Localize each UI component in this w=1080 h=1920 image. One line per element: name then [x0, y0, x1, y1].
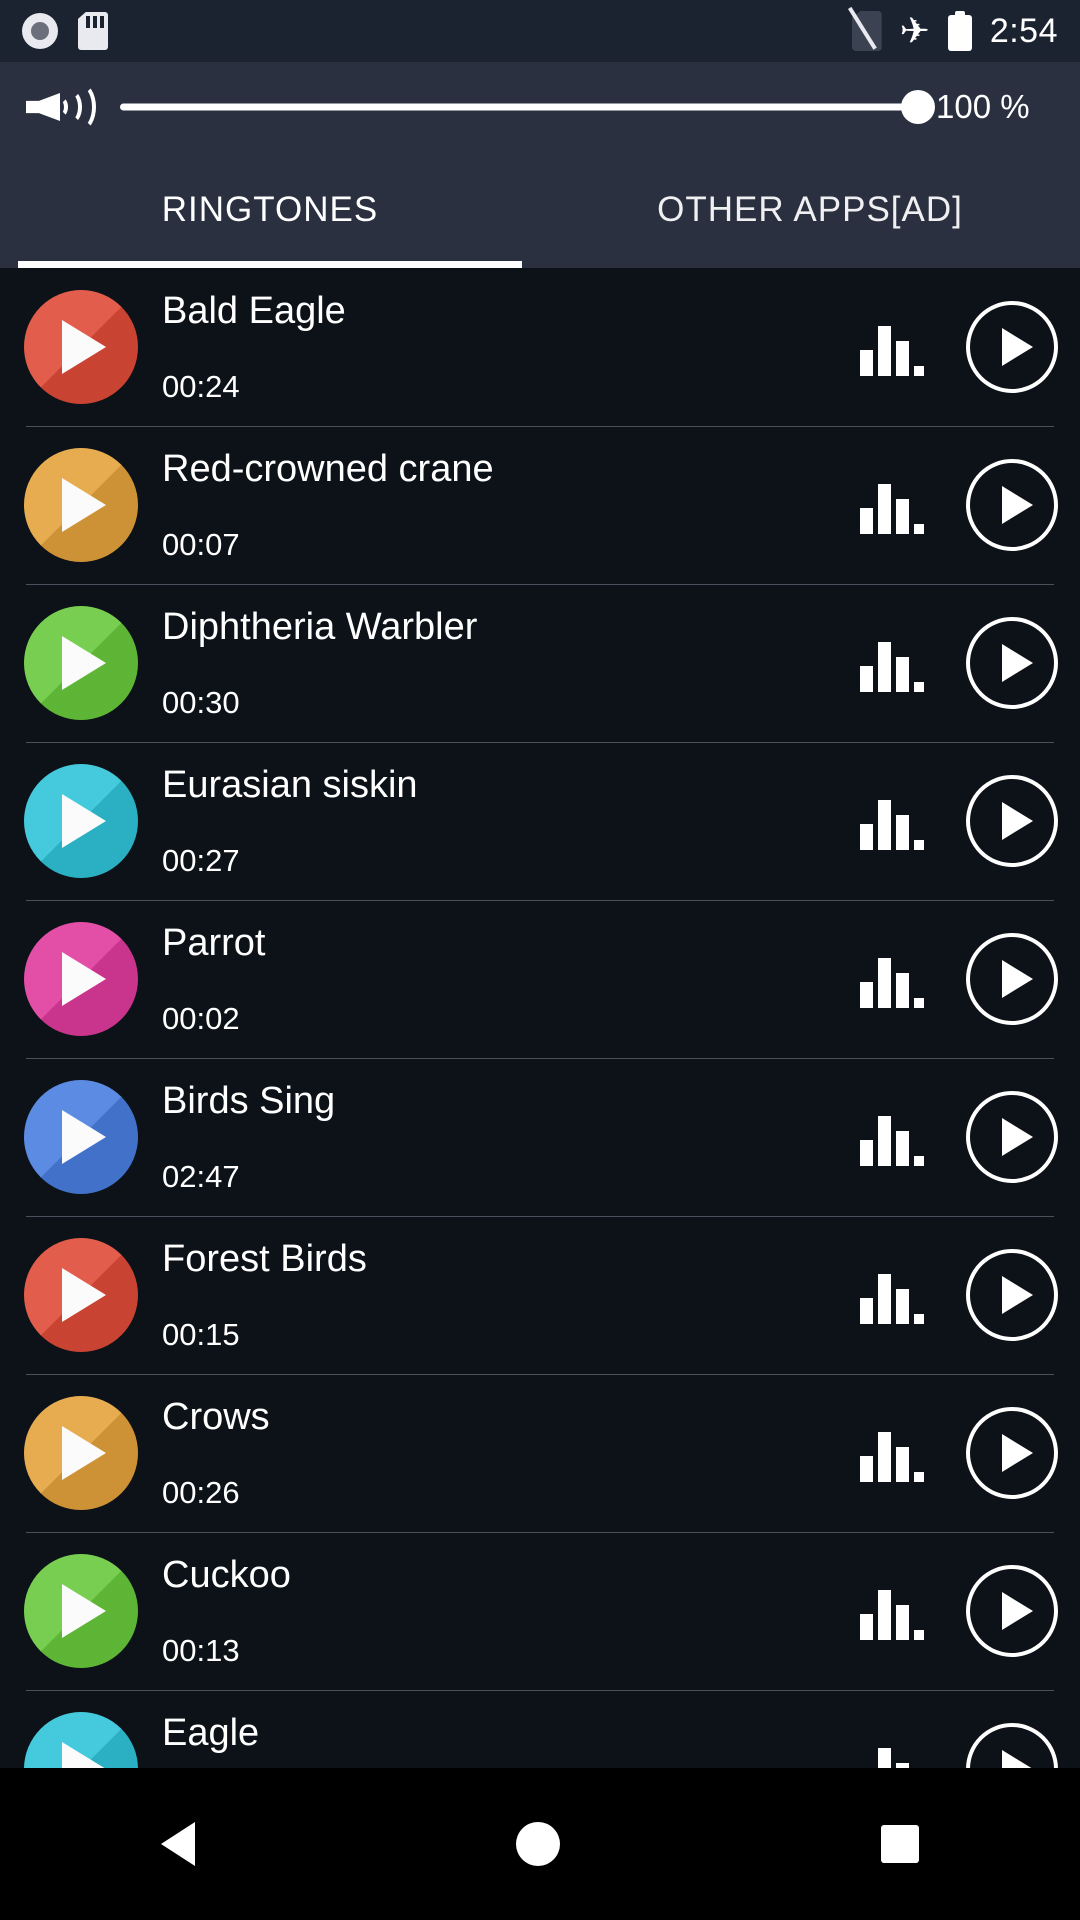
ringtone-duration: 00:24 — [162, 369, 240, 404]
status-bar-right-icons: ✈ 2:54 — [847, 6, 1058, 51]
ringtone-avatar-play-icon[interactable] — [24, 1554, 138, 1668]
equalizer-icon[interactable] — [860, 1582, 924, 1640]
ringtone-avatar-play-icon[interactable] — [24, 448, 138, 562]
equalizer-icon[interactable] — [860, 1108, 924, 1166]
ringtone-row[interactable]: Eurasian siskin 00:27 — [0, 742, 1080, 900]
tab-bar: RINGTONES OTHER APPS[AD] — [0, 152, 1080, 268]
ringtone-avatar-play-icon[interactable] — [24, 1238, 138, 1352]
back-button[interactable] — [160, 1822, 195, 1866]
play-button[interactable] — [966, 775, 1058, 867]
play-button[interactable] — [966, 933, 1058, 1025]
tab-ringtones[interactable]: RINGTONES — [0, 152, 540, 268]
ringtone-meta: Red-crowned crane 00:07 — [138, 448, 860, 562]
play-button[interactable] — [966, 1091, 1058, 1183]
speaker-volume-icon[interactable] — [24, 79, 98, 135]
ringtone-duration: 00:27 — [162, 843, 240, 878]
ringtone-meta: Forest Birds 00:15 — [138, 1238, 860, 1352]
equalizer-icon[interactable] — [860, 950, 924, 1008]
ringtone-title: Eagle — [162, 1712, 260, 1754]
volume-bar: 100 % — [0, 62, 1080, 152]
ringtone-avatar-play-icon[interactable] — [24, 1396, 138, 1510]
ringtone-avatar-play-icon[interactable] — [24, 764, 138, 878]
ringtone-row[interactable]: Cuckoo 00:13 — [0, 1532, 1080, 1690]
ringtone-row[interactable]: Diphtheria Warbler 00:30 — [0, 584, 1080, 742]
ringtone-meta: Parrot 00:02 — [138, 922, 860, 1036]
tab-other-apps[interactable]: OTHER APPS[AD] — [540, 152, 1080, 268]
ringtone-meta: Birds Sing 02:47 — [138, 1080, 860, 1194]
ringtone-row[interactable]: Red-crowned crane 00:07 — [0, 426, 1080, 584]
ringtone-duration: 00:02 — [162, 1001, 240, 1036]
volume-slider-track — [120, 103, 918, 111]
ringtone-meta: Bald Eagle 00:24 — [138, 290, 860, 404]
ringtone-title: Red-crowned crane — [162, 448, 494, 490]
record-icon — [22, 13, 58, 49]
equalizer-icon[interactable] — [860, 1424, 924, 1482]
ringtone-meta: Cuckoo 00:13 — [138, 1554, 860, 1668]
volume-level-label: 100 % — [936, 88, 1030, 125]
tab-other-apps-label: OTHER APPS[AD] — [657, 190, 963, 229]
ringtone-duration: 00:07 — [162, 527, 240, 562]
ringtone-row[interactable]: Parrot 00:02 — [0, 900, 1080, 1058]
airplane-mode-icon: ✈ — [899, 10, 930, 51]
ringtone-row[interactable]: Bald Eagle 00:24 — [0, 268, 1080, 426]
ringtone-meta: Crows 00:26 — [138, 1396, 860, 1510]
ringtone-row[interactable]: Birds Sing 02:47 — [0, 1058, 1080, 1216]
ringtone-duration: 00:26 — [162, 1475, 240, 1510]
ringtone-title: Diphtheria Warbler — [162, 606, 478, 648]
equalizer-icon[interactable] — [860, 792, 924, 850]
ringtone-title: Eurasian siskin — [162, 764, 418, 806]
ringtone-avatar-play-icon[interactable] — [24, 1712, 138, 1768]
ringtone-row[interactable]: Eagle — [0, 1690, 1080, 1768]
ringtone-avatar-play-icon[interactable] — [24, 922, 138, 1036]
ringtone-meta: Eurasian siskin 00:27 — [138, 764, 860, 878]
ringtone-duration: 02:47 — [162, 1159, 240, 1194]
home-button[interactable] — [515, 1822, 560, 1866]
tab-active-indicator — [18, 261, 522, 268]
tab-ringtones-label: RINGTONES — [161, 190, 379, 229]
play-button[interactable] — [966, 1565, 1058, 1657]
play-button[interactable] — [966, 1407, 1058, 1499]
battery-icon — [947, 11, 972, 51]
ringtone-title: Cuckoo — [162, 1554, 291, 1596]
volume-slider-thumb[interactable] — [901, 90, 935, 124]
status-bar-clock: 2:54 — [989, 12, 1058, 50]
play-button[interactable] — [966, 1249, 1058, 1341]
sd-card-icon — [78, 12, 108, 50]
no-sim-icon — [847, 6, 882, 51]
play-button[interactable] — [966, 301, 1058, 393]
ringtone-row[interactable]: Crows 00:26 — [0, 1374, 1080, 1532]
ringtone-duration: 00:13 — [162, 1633, 240, 1668]
ringtone-title: Forest Birds — [162, 1238, 367, 1280]
ringtone-title: Crows — [162, 1396, 270, 1438]
equalizer-icon[interactable] — [860, 634, 924, 692]
equalizer-icon[interactable] — [860, 1266, 924, 1324]
ringtone-meta: Diphtheria Warbler 00:30 — [138, 606, 860, 720]
play-button[interactable] — [966, 617, 1058, 709]
status-bar-left-icons — [22, 12, 108, 50]
ringtone-avatar-play-icon[interactable] — [24, 606, 138, 720]
ringtone-avatar-play-icon[interactable] — [24, 1080, 138, 1194]
play-button[interactable] — [966, 459, 1058, 551]
system-nav-bar — [0, 1768, 1080, 1920]
volume-slider[interactable] — [120, 87, 935, 127]
ringtone-meta: Eagle — [138, 1712, 860, 1768]
equalizer-icon[interactable] — [860, 1740, 922, 1768]
ringtone-duration: 00:15 — [162, 1317, 240, 1352]
status-bar: ✈ 2:54 — [0, 0, 1080, 62]
equalizer-icon[interactable] — [860, 476, 924, 534]
ringtone-list[interactable]: Bald Eagle 00:24 Red-crowned crane 00:07 Dip… — [0, 268, 1080, 1768]
ringtone-title: Bald Eagle — [162, 290, 346, 332]
ringtone-duration: 00:30 — [162, 685, 240, 720]
ringtone-title: Parrot — [162, 922, 266, 964]
play-button[interactable] — [966, 1723, 1058, 1768]
equalizer-icon[interactable] — [860, 318, 924, 376]
ringtone-avatar-play-icon[interactable] — [24, 290, 138, 404]
recents-button[interactable] — [881, 1825, 920, 1863]
ringtone-title: Birds Sing — [162, 1080, 336, 1122]
ringtone-row[interactable]: Forest Birds 00:15 — [0, 1216, 1080, 1374]
